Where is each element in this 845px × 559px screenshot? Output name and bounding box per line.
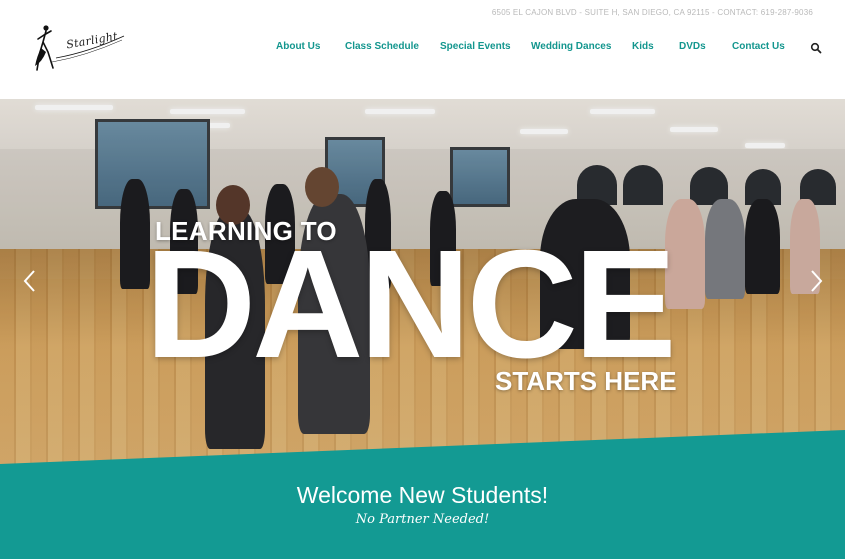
nav-dvds[interactable]: DVDs (679, 41, 706, 52)
hero-headline-line3: STARTS HERE (495, 366, 677, 396)
site-header: 6505 EL CAJON BLVD - SUITE H, SAN DIEGO,… (0, 0, 845, 99)
welcome-subtitle: No Partner Needed! (355, 512, 490, 527)
nav-class-schedule[interactable]: Class Schedule (345, 41, 419, 52)
nav-kids[interactable]: Kids (632, 41, 654, 52)
contact-bar: 6505 EL CAJON BLVD - SUITE H, SAN DIEGO,… (491, 8, 813, 17)
nav-special-events[interactable]: Special Events (440, 41, 511, 52)
search-icon[interactable] (810, 41, 822, 54)
main-nav: About Us Class Schedule Special Events W… (0, 41, 845, 55)
nav-contact-us[interactable]: Contact Us (732, 41, 785, 52)
hero-headline-dance: DANCE (145, 218, 677, 390)
nav-about-us[interactable]: About Us (276, 41, 320, 52)
welcome-title: Welcome New Students! (296, 482, 549, 508)
chevron-right-icon[interactable] (806, 269, 826, 293)
hero-slider: LEARNING TO DANCE STARTS HERE (0, 99, 845, 464)
chevron-left-icon[interactable] (20, 269, 40, 293)
nav-wedding-dances[interactable]: Wedding Dances (531, 41, 611, 52)
